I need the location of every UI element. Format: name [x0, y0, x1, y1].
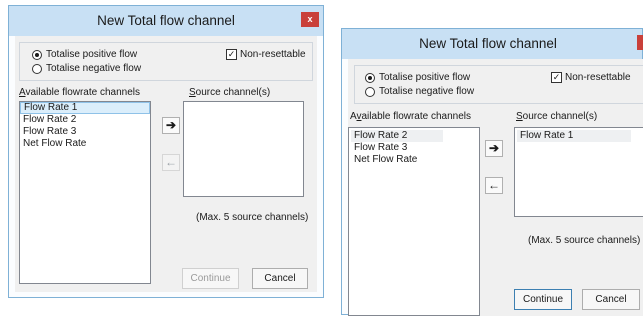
radio-totalise-positive[interactable]: Totalise positive flow — [365, 71, 470, 84]
checkbox-label: Non-resettable — [240, 49, 306, 60]
radio-checked-icon — [365, 72, 375, 83]
mnemonic-letter: S — [516, 111, 523, 122]
cancel-button[interactable]: Cancel — [582, 289, 640, 310]
remove-channel-arrow-left-button[interactable]: ← — [485, 177, 503, 194]
radio-label: Totalise positive flow — [46, 49, 138, 60]
radio-checked-icon — [32, 49, 42, 60]
remove-channel-arrow-left-button[interactable]: ← — [162, 154, 180, 171]
non-resettable-checkbox[interactable]: ✓ Non-resettable — [226, 48, 306, 61]
list-item[interactable]: Flow Rate 1 — [20, 102, 150, 114]
list-item[interactable]: Flow Rate 2 — [20, 114, 150, 126]
radio-label: Totalise negative flow — [379, 86, 475, 97]
dialog-title: New Total flow channel — [419, 36, 557, 51]
source-channels-label: Source channel(s) — [516, 111, 597, 122]
radio-unchecked-icon — [365, 86, 375, 97]
radio-totalise-negative[interactable]: Totalise negative flow — [32, 62, 141, 75]
radio-label: Totalise negative flow — [46, 63, 142, 74]
add-channel-arrow-right-button[interactable]: ➔ — [162, 117, 180, 134]
dialog-body: Totalise positive flow Totalise negative… — [15, 36, 317, 292]
radio-totalise-negative[interactable]: Totalise negative flow — [365, 85, 474, 98]
checkbox-label: Non-resettable — [565, 72, 631, 83]
available-channels-label: Available flowrate channels — [19, 87, 140, 98]
dialog-new-total-flow-b: New Total flow channel x Totalise positi… — [341, 28, 643, 316]
source-channels-list[interactable] — [183, 101, 304, 197]
radio-label: Totalise positive flow — [379, 72, 471, 83]
dialog-body: Totalise positive flow Totalise negative… — [348, 59, 643, 316]
available-channels-label: Available flowrate channels — [350, 111, 471, 122]
mnemonic-letter: S — [189, 87, 196, 98]
max-source-note: (Max. 5 source channels) — [196, 212, 309, 223]
checkmark-icon: ✓ — [551, 72, 562, 83]
close-button[interactable]: x — [637, 35, 643, 50]
label-rest: ource channel(s) — [522, 111, 598, 122]
source-channels-list[interactable]: Flow Rate 1 — [514, 127, 643, 217]
continue-button[interactable]: Continue — [182, 268, 239, 289]
checkmark-icon: ✓ — [226, 49, 237, 60]
available-channels-list[interactable]: Flow Rate 1 Flow Rate 2 Flow Rate 3 Net … — [19, 101, 151, 284]
add-channel-arrow-right-button[interactable]: ➔ — [485, 140, 503, 157]
close-button[interactable]: x — [301, 12, 319, 27]
cancel-button[interactable]: Cancel — [252, 268, 308, 289]
label-rest: ource channel(s) — [195, 87, 271, 98]
dialog-title: New Total flow channel — [97, 13, 235, 28]
dialog-new-total-flow-a: New Total flow channel x Totalise positi… — [8, 5, 324, 298]
non-resettable-checkbox[interactable]: ✓ Non-resettable — [551, 71, 631, 84]
radio-totalise-positive[interactable]: Totalise positive flow — [32, 48, 137, 61]
max-source-note: (Max. 5 source channels) — [528, 235, 641, 246]
list-item[interactable]: Net Flow Rate — [20, 138, 150, 150]
label-rest: vailable flowrate channels — [25, 87, 141, 98]
list-item[interactable]: Flow Rate 3 — [20, 126, 150, 138]
source-channels-label: Source channel(s) — [189, 87, 270, 98]
list-item[interactable]: Flow Rate 1 — [517, 130, 631, 142]
list-item[interactable]: Net Flow Rate — [351, 154, 479, 166]
radio-unchecked-icon — [32, 63, 42, 74]
label-rest: ailable flowrate channels — [361, 111, 472, 122]
list-item[interactable]: Flow Rate 3 — [351, 142, 479, 154]
available-channels-list[interactable]: Flow Rate 2 Flow Rate 3 Net Flow Rate — [348, 127, 480, 316]
continue-button[interactable]: Continue — [514, 289, 572, 310]
list-item[interactable]: Flow Rate 2 — [351, 130, 443, 142]
